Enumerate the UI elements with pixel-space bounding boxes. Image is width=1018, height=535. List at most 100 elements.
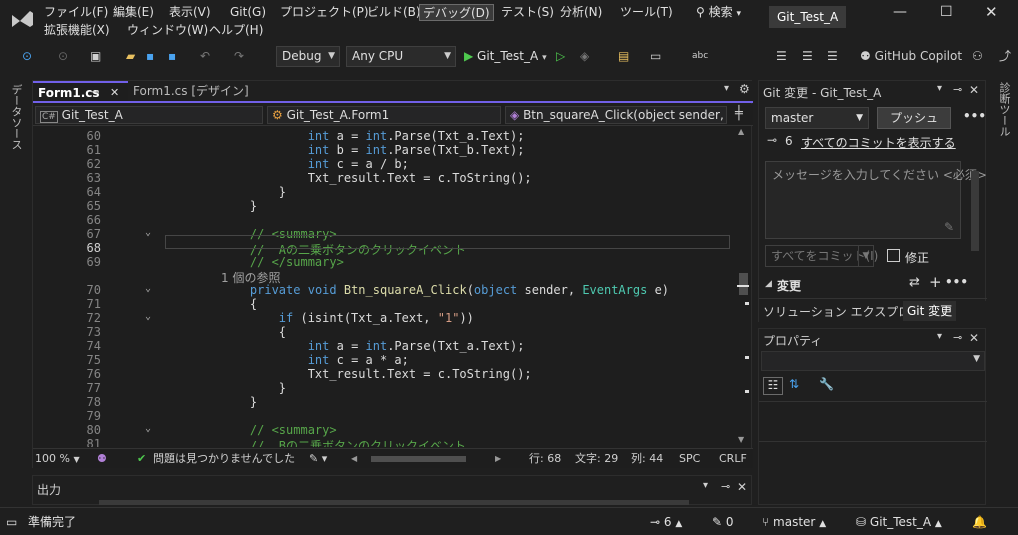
commit-message-input[interactable]: メッセージを入力してください <必須> ✎ [765,161,987,239]
more-options-icon[interactable]: ••• [963,109,986,123]
show-all-commits-link[interactable]: すべてのコミットを表示する [801,134,956,151]
scroll-up-icon[interactable]: ▲ [738,127,744,136]
forward-icon[interactable]: ⊙ [58,47,68,65]
edits-indicator[interactable]: ✎ 0 [712,514,734,530]
output-scroll-thumb[interactable] [99,500,689,505]
commit-dropdown-icon[interactable]: ▼ [858,245,874,267]
back-icon[interactable]: ⊙ [22,47,32,65]
diagnostic-tools-tab[interactable]: 診断ツール [996,82,1012,137]
split-editor-icon[interactable]: ╪ [735,106,743,121]
tab-form1-cs[interactable]: Form1.cs ⊸ ✕ [33,81,128,101]
class-dropdown[interactable]: ⚙ Git_Test_A.Form1 [267,106,501,124]
maximize-icon[interactable]: ☐ [940,4,953,20]
amend-checkbox[interactable] [887,249,900,262]
pin-icon[interactable]: ⊸ [721,480,730,493]
menu-window[interactable]: ウィンドウ(W) [124,22,211,39]
save-all-icon[interactable]: ▪ [168,47,176,65]
pin-icon[interactable]: ⊸ [91,83,99,103]
branch-indicator[interactable]: ⑂ master ▲ [762,514,826,530]
close-window-icon[interactable]: ✕ [985,3,998,21]
property-pages-icon[interactable]: 🔧 [819,377,834,391]
menu-debug[interactable]: デバッグ(D) [419,4,494,21]
hscroll-left-icon[interactable]: ◀ [351,451,357,467]
close-panel-icon[interactable]: ✕ [737,480,747,494]
undo-icon[interactable]: ↶ [200,47,210,65]
scroll-down-icon[interactable]: ▼ [738,435,744,444]
push-button[interactable]: プッシュ [877,107,951,129]
menu-extensions[interactable]: 拡張機能(X) [41,22,113,39]
tab-git-changes[interactable]: Git 変更 [903,301,957,321]
horizontal-scroll-thumb[interactable] [371,456,466,462]
line-ending-indicator[interactable]: CRLF [719,451,747,467]
vertical-scrollbar[interactable]: ▲ ▼ [735,127,751,447]
member-dropdown[interactable]: ◈ Btn_squareA_Click(object sender, Eve [505,106,727,124]
chat-icon[interactable]: ▭ [6,514,17,530]
git-panel-scrollbar[interactable] [971,171,979,251]
copilot-message-icon[interactable]: ✎ [944,220,954,234]
start-debug-button[interactable]: ▶ Git_Test_A ▾ [464,47,547,65]
menu-view[interactable]: 表示(V) [166,4,214,21]
menu-edit[interactable]: 編集(E) [110,4,157,21]
new-project-icon[interactable]: ▣ [90,47,101,65]
notifications-bell-icon[interactable]: 🔔 [972,514,987,530]
panel-menu-icon[interactable]: ▾ [937,83,942,94]
close-tab-icon[interactable]: ✕ [110,83,119,103]
save-icon[interactable]: ▪ [146,47,154,65]
whitespace-indicator[interactable]: SPC [679,451,700,467]
alphabetical-icon[interactable]: ⇅ [789,377,799,391]
comment-icon[interactable]: ☰ [802,47,813,65]
hscroll-right-icon[interactable]: ▶ [495,451,501,467]
account-icon[interactable]: ⚇ [972,47,983,65]
copilot-status-icon[interactable]: ⚉ [97,451,107,467]
panel-menu-icon[interactable]: ▾ [703,480,708,491]
zoom-select[interactable]: 100 % ▼ [35,451,80,467]
uncomment-icon[interactable]: ☰ [827,47,838,65]
panel-menu-icon[interactable]: ▾ [937,331,942,342]
data-sources-tab[interactable]: データソース [8,84,24,150]
scroll-thumb[interactable] [739,273,748,295]
search-button[interactable]: ⚲ 検索 ▾ [693,4,744,21]
settings-gear-icon[interactable]: ⚙ [739,82,750,96]
close-panel-icon[interactable]: ✕ [969,331,979,345]
line-indicator[interactable]: 行: 68 [529,451,561,467]
feedback-icon[interactable]: ⤴ [999,47,1011,65]
commit-all-button[interactable]: すべてをコミット(I) [765,245,878,267]
config-select[interactable]: Debug ▼ [276,46,340,67]
platform-select[interactable]: Any CPU ▼ [346,46,456,67]
add-icon[interactable]: + [929,273,942,291]
categorized-icon[interactable]: ☷ [763,377,783,395]
repo-indicator[interactable]: ⛁ Git_Test_A ▲ [856,514,942,530]
fold-chevron-icon[interactable]: ⌄ [145,311,151,322]
stash-icon[interactable]: ⇄ [909,275,920,290]
fold-chevron-icon[interactable]: ⌄ [145,423,151,434]
menu-tools[interactable]: ツール(T) [617,4,676,21]
tab-list-dropdown-icon[interactable]: ▾ [724,83,729,94]
spell-check-icon[interactable]: abc [692,47,708,65]
menu-test[interactable]: テスト(S) [498,4,557,21]
commits-indicator[interactable]: ⊸ 6 ▲ [650,514,682,530]
fold-chevron-icon[interactable]: ⌄ [145,227,151,238]
char-indicator[interactable]: 文字: 29 [575,451,618,467]
indent-icon[interactable]: ☰ [776,47,787,65]
fold-chevron-icon[interactable]: ⌄ [145,283,151,294]
pin-icon[interactable]: ⊸ [953,83,962,96]
menu-git[interactable]: Git(G) [227,4,269,21]
code-cleanup-icon[interactable]: ✎ ▾ [309,451,327,467]
tab-form1-designer[interactable]: Form1.cs [デザイン] [128,81,254,101]
menu-build[interactable]: ビルド(B) [364,4,424,21]
menu-help[interactable]: ヘルプ(H) [206,22,266,39]
code-area[interactable]: 60 int a = int.Parse(Txt_a.Text); 61 int … [33,127,733,447]
menu-project[interactable]: プロジェクト(P) [277,4,372,21]
project-dropdown[interactable]: C# Git_Test_A [35,106,263,124]
issues-text[interactable]: 問題は見つかりませんでした [153,451,295,467]
branch-select[interactable]: master ▼ [765,107,869,129]
object-select[interactable]: ▼ [761,351,985,371]
hot-reload-icon[interactable]: ◈ [580,47,589,65]
github-copilot-button[interactable]: ⚉ GitHub Copilot [860,47,962,65]
changes-more-icon[interactable]: ••• [945,275,968,289]
menu-analyze[interactable]: 分析(N) [557,4,605,21]
col-indicator[interactable]: 列: 44 [631,451,663,467]
collapse-icon[interactable]: ◢ [765,279,772,289]
pin-icon[interactable]: ⊸ [953,331,962,344]
minimize-icon[interactable]: — [893,4,907,20]
